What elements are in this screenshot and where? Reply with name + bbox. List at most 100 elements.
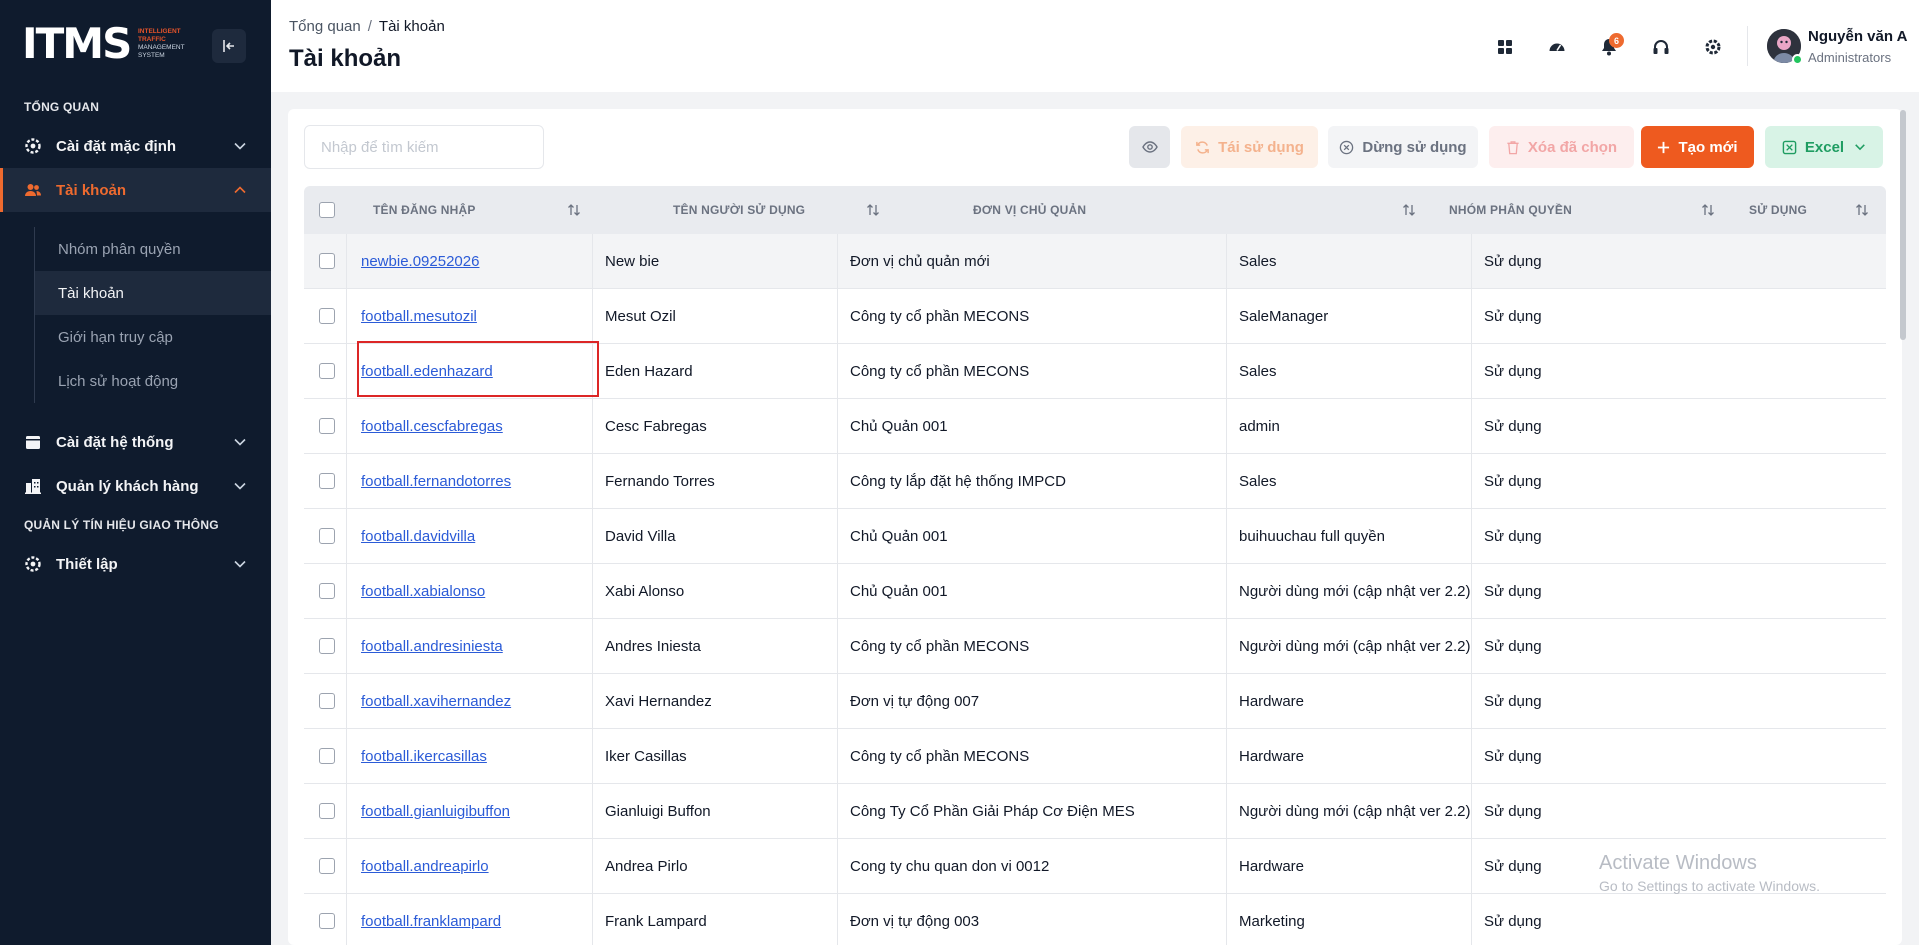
row-checkbox[interactable] bbox=[319, 418, 335, 434]
table-row[interactable]: football.gianluigibuffon Gianluigi Buffon… bbox=[304, 784, 1886, 839]
table-row[interactable]: football.franklampard Frank Lampard Đơn vị… bbox=[304, 894, 1886, 945]
sidebar-item-default-settings[interactable]: Cài đặt mặc định bbox=[0, 124, 271, 168]
row-checkbox[interactable] bbox=[319, 803, 335, 819]
column-header-permission-group[interactable]: NHÓM PHÂN QUYỀN bbox=[1449, 186, 1572, 234]
delete-selected-button[interactable]: Xóa đã chọn bbox=[1489, 126, 1634, 168]
table-row[interactable]: football.xabialonso Xabi Alonso Chủ Quản 0… bbox=[304, 564, 1886, 619]
sidebar-subitem-activity-history[interactable]: Lịch sử hoạt động bbox=[35, 359, 271, 403]
username-link[interactable]: newbie.09252026 bbox=[361, 253, 479, 270]
activation-watermark-title: Activate Windows bbox=[1599, 852, 1757, 874]
username-link[interactable]: football.franklampard bbox=[361, 913, 501, 930]
table-row[interactable]: football.cescfabregas Cesc Fabregas Chủ Qu… bbox=[304, 399, 1886, 454]
sidebar-subitem-permission-groups[interactable]: Nhóm phân quyền bbox=[35, 227, 271, 271]
row-checkbox[interactable] bbox=[319, 583, 335, 599]
table-row[interactable]: football.mesutozil Mesut Ozil Công ty cổ p… bbox=[304, 289, 1886, 344]
username-link[interactable]: football.edenhazard bbox=[361, 363, 493, 380]
sidebar-item-customer-management[interactable]: Quản lý khách hàng bbox=[0, 464, 271, 508]
status-cell: Sử dụng bbox=[1484, 674, 1542, 729]
sidebar-item-system-settings[interactable]: Cài đặt hệ thống bbox=[0, 420, 271, 464]
username-link[interactable]: football.xabialonso bbox=[361, 583, 485, 600]
column-divider bbox=[1226, 399, 1227, 454]
row-checkbox[interactable] bbox=[319, 528, 335, 544]
unit-cell: Chủ Quản 001 bbox=[850, 564, 948, 619]
username-link[interactable]: football.gianluigibuffon bbox=[361, 803, 510, 820]
table-row[interactable]: football.ikercasillas Iker Casillas Công t… bbox=[304, 729, 1886, 784]
username-link[interactable]: football.fernandotorres bbox=[361, 473, 511, 490]
select-all-checkbox[interactable] bbox=[319, 202, 335, 218]
create-new-button[interactable]: Tạo mới bbox=[1641, 126, 1754, 168]
row-checkbox[interactable] bbox=[319, 308, 335, 324]
row-checkbox[interactable] bbox=[319, 913, 335, 929]
row-checkbox[interactable] bbox=[319, 363, 335, 379]
column-divider bbox=[837, 509, 838, 564]
username-cell: football.xavihernandez bbox=[361, 674, 511, 729]
dashboard-button[interactable] bbox=[1540, 30, 1574, 64]
row-checkbox[interactable] bbox=[319, 693, 335, 709]
sidebar-item-accounts[interactable]: Tài khoản bbox=[0, 168, 271, 212]
sidebar-subitem-access-limits[interactable]: Giới hạn truy cập bbox=[35, 315, 271, 359]
row-checkbox[interactable] bbox=[319, 473, 335, 489]
eye-icon bbox=[1141, 141, 1158, 153]
sort-icon[interactable] bbox=[1701, 203, 1715, 217]
collapse-sidebar-button[interactable] bbox=[212, 29, 246, 63]
sort-icon[interactable] bbox=[866, 203, 880, 217]
row-checkbox[interactable] bbox=[319, 858, 335, 874]
username-link[interactable]: football.andreapirlo bbox=[361, 858, 489, 875]
column-header-fullname[interactable]: TÊN NGƯỜI SỬ DỤNG bbox=[673, 186, 805, 234]
notifications-button[interactable]: 6 bbox=[1592, 30, 1626, 64]
username-link[interactable]: football.andresiniesta bbox=[361, 638, 503, 655]
toggle-columns-button[interactable] bbox=[1129, 126, 1170, 168]
row-checkbox[interactable] bbox=[319, 748, 335, 764]
status-cell: Sử dụng bbox=[1484, 454, 1542, 509]
column-header-unit[interactable]: ĐƠN VỊ CHỦ QUẢN bbox=[973, 186, 1086, 234]
apps-button[interactable] bbox=[1488, 30, 1522, 64]
row-checkbox[interactable] bbox=[319, 638, 335, 654]
fullname-cell: Xabi Alonso bbox=[605, 564, 684, 619]
column-header-username[interactable]: TÊN ĐĂNG NHẬP bbox=[373, 186, 476, 234]
table-row[interactable]: football.edenhazard Eden Hazard Công ty cổ… bbox=[304, 344, 1886, 399]
permission-group-cell: Sales bbox=[1239, 234, 1277, 289]
gear-icon bbox=[24, 137, 42, 155]
breadcrumb-root-link[interactable]: Tổng quan bbox=[289, 18, 361, 35]
username-link[interactable]: football.cescfabregas bbox=[361, 418, 503, 435]
stop-using-button[interactable]: Dừng sử dụng bbox=[1328, 126, 1478, 168]
accounts-card: Tái sử dụng Dừng sử dụng Xóa đã chọn Tạo… bbox=[288, 109, 1902, 945]
column-divider bbox=[837, 234, 838, 289]
column-header-status[interactable]: SỬ DỤNG bbox=[1749, 186, 1807, 234]
sidebar-subitem-accounts[interactable]: Tài khoản bbox=[35, 271, 271, 315]
table-row[interactable]: football.fernandotorres Fernando Torres Cô… bbox=[304, 454, 1886, 509]
username-link[interactable]: football.davidvilla bbox=[361, 528, 475, 545]
table-row[interactable]: football.xavihernandez Xavi Hernandez Đơn … bbox=[304, 674, 1886, 729]
table-row[interactable]: newbie.09252026 New bie Đơn vị chủ quản mớ… bbox=[304, 234, 1886, 289]
user-name[interactable]: Nguyễn văn A bbox=[1808, 28, 1907, 45]
search-input[interactable] bbox=[304, 125, 544, 169]
column-divider bbox=[1226, 509, 1227, 564]
logo-subtitle: INTELLIGENT TRAFFIC MANAGEMENT SYSTEM bbox=[138, 28, 198, 60]
sort-icon[interactable] bbox=[567, 203, 581, 217]
permission-group-cell: admin bbox=[1239, 399, 1280, 454]
username-link[interactable]: football.ikercasillas bbox=[361, 748, 487, 765]
section-title-traffic: QUẢN LÝ TÍN HIỆU GIAO THÔNG bbox=[24, 518, 219, 532]
column-divider bbox=[592, 509, 593, 564]
sort-icon[interactable] bbox=[1855, 203, 1869, 217]
row-checkbox[interactable] bbox=[319, 253, 335, 269]
support-button[interactable] bbox=[1644, 30, 1678, 64]
sort-icon[interactable] bbox=[1402, 203, 1416, 217]
username-link[interactable]: football.xavihernandez bbox=[361, 693, 511, 710]
username-link[interactable]: football.mesutozil bbox=[361, 308, 477, 325]
excel-export-button[interactable]: Excel bbox=[1765, 126, 1883, 168]
fullname-cell: Iker Casillas bbox=[605, 748, 687, 765]
settings-button[interactable] bbox=[1696, 30, 1730, 64]
fullname-cell: Iker Casillas bbox=[605, 729, 687, 784]
page-scrollbar[interactable] bbox=[1900, 110, 1906, 340]
column-divider bbox=[592, 564, 593, 619]
logo[interactable]: ITMS INTELLIGENT TRAFFIC MANAGEMENT SYST… bbox=[22, 20, 192, 68]
table-row[interactable]: football.andresiniesta Andres Iniesta Công… bbox=[304, 619, 1886, 674]
sidebar-item-setup[interactable]: Thiết lập bbox=[0, 542, 271, 586]
header-divider bbox=[1747, 26, 1748, 66]
collapse-left-icon bbox=[223, 40, 234, 52]
table-row[interactable]: football.davidvilla David Villa Chủ Quản 0… bbox=[304, 509, 1886, 564]
column-divider bbox=[1471, 619, 1472, 674]
permission-group-cell: SaleManager bbox=[1239, 289, 1328, 344]
reuse-button[interactable]: Tái sử dụng bbox=[1181, 126, 1318, 168]
